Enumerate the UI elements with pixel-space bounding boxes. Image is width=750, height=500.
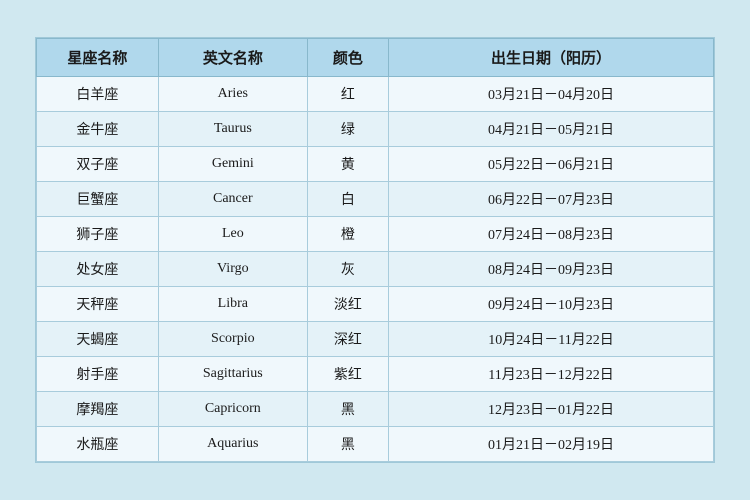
- cell-date: 05月22日－06月21日: [389, 147, 714, 182]
- table-row: 处女座Virgo灰08月24日－09月23日: [37, 252, 714, 287]
- cell-color: 橙: [307, 217, 388, 252]
- table-row: 天秤座Libra淡红09月24日－10月23日: [37, 287, 714, 322]
- cell-date: 07月24日－08月23日: [389, 217, 714, 252]
- cell-chinese: 天蝎座: [37, 322, 159, 357]
- table-row: 摩羯座Capricorn黑12月23日－01月22日: [37, 392, 714, 427]
- cell-english: Leo: [158, 217, 307, 252]
- cell-date: 09月24日－10月23日: [389, 287, 714, 322]
- cell-chinese: 巨蟹座: [37, 182, 159, 217]
- cell-chinese: 射手座: [37, 357, 159, 392]
- cell-color: 淡红: [307, 287, 388, 322]
- cell-english: Aquarius: [158, 427, 307, 462]
- cell-date: 10月24日－11月22日: [389, 322, 714, 357]
- cell-color: 黄: [307, 147, 388, 182]
- header-english: 英文名称: [158, 39, 307, 77]
- table-row: 巨蟹座Cancer白06月22日－07月23日: [37, 182, 714, 217]
- cell-date: 04月21日－05月21日: [389, 112, 714, 147]
- table-row: 双子座Gemini黄05月22日－06月21日: [37, 147, 714, 182]
- cell-color: 红: [307, 77, 388, 112]
- table-header-row: 星座名称 英文名称 颜色 出生日期（阳历）: [37, 39, 714, 77]
- cell-english: Sagittarius: [158, 357, 307, 392]
- cell-english: Scorpio: [158, 322, 307, 357]
- cell-date: 12月23日－01月22日: [389, 392, 714, 427]
- cell-date: 11月23日－12月22日: [389, 357, 714, 392]
- header-chinese: 星座名称: [37, 39, 159, 77]
- cell-english: Aries: [158, 77, 307, 112]
- table-row: 天蝎座Scorpio深红10月24日－11月22日: [37, 322, 714, 357]
- cell-color: 绿: [307, 112, 388, 147]
- cell-color: 黑: [307, 392, 388, 427]
- cell-color: 灰: [307, 252, 388, 287]
- cell-english: Virgo: [158, 252, 307, 287]
- cell-chinese: 狮子座: [37, 217, 159, 252]
- zodiac-table: 星座名称 英文名称 颜色 出生日期（阳历） 白羊座Aries红03月21日－04…: [36, 38, 714, 462]
- cell-chinese: 水瓶座: [37, 427, 159, 462]
- cell-color: 紫红: [307, 357, 388, 392]
- cell-english: Capricorn: [158, 392, 307, 427]
- header-date: 出生日期（阳历）: [389, 39, 714, 77]
- cell-chinese: 天秤座: [37, 287, 159, 322]
- cell-chinese: 双子座: [37, 147, 159, 182]
- header-color: 颜色: [307, 39, 388, 77]
- cell-date: 06月22日－07月23日: [389, 182, 714, 217]
- cell-color: 黑: [307, 427, 388, 462]
- table-row: 白羊座Aries红03月21日－04月20日: [37, 77, 714, 112]
- cell-english: Cancer: [158, 182, 307, 217]
- cell-chinese: 摩羯座: [37, 392, 159, 427]
- cell-color: 深红: [307, 322, 388, 357]
- cell-date: 08月24日－09月23日: [389, 252, 714, 287]
- zodiac-table-container: 星座名称 英文名称 颜色 出生日期（阳历） 白羊座Aries红03月21日－04…: [35, 37, 715, 463]
- cell-date: 03月21日－04月20日: [389, 77, 714, 112]
- cell-english: Taurus: [158, 112, 307, 147]
- cell-english: Libra: [158, 287, 307, 322]
- cell-chinese: 金牛座: [37, 112, 159, 147]
- table-row: 金牛座Taurus绿04月21日－05月21日: [37, 112, 714, 147]
- table-row: 狮子座Leo橙07月24日－08月23日: [37, 217, 714, 252]
- cell-chinese: 白羊座: [37, 77, 159, 112]
- cell-color: 白: [307, 182, 388, 217]
- table-row: 射手座Sagittarius紫红11月23日－12月22日: [37, 357, 714, 392]
- cell-english: Gemini: [158, 147, 307, 182]
- cell-chinese: 处女座: [37, 252, 159, 287]
- table-row: 水瓶座Aquarius黑01月21日－02月19日: [37, 427, 714, 462]
- cell-date: 01月21日－02月19日: [389, 427, 714, 462]
